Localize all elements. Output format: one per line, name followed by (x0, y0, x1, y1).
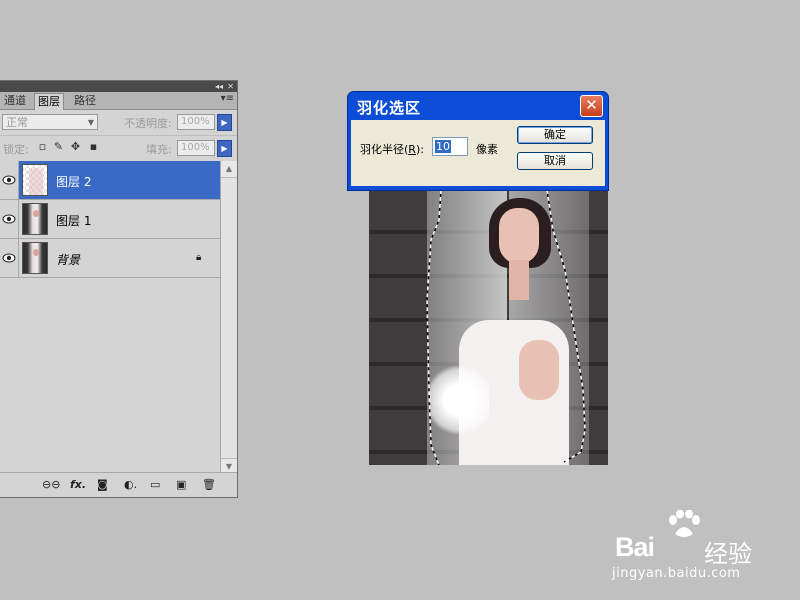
feather-radius-input[interactable]: 10 (432, 137, 468, 156)
panel-menu-icon[interactable]: ▾≡ (221, 93, 234, 104)
fill-label: 填充: (146, 143, 172, 156)
baidu-paw-icon (669, 510, 700, 537)
layer-row-2[interactable]: 图层 2 (0, 161, 220, 200)
watermark-brand-suffix: 经验 (704, 540, 752, 568)
layer-thumbnail (22, 242, 48, 274)
layer-row-background[interactable]: 背景 🔒︎ (0, 239, 220, 278)
tab-paths[interactable]: 路径 (71, 93, 99, 109)
layers-panel: ◂◂ ✕ 通道 图层 路径 ▾≡ 正常 ▼ 不透明度: 100% ▶ 锁定: ▫… (0, 80, 238, 498)
tab-layers[interactable]: 图层 (34, 93, 64, 110)
link-icon[interactable]: ⊖⊖ (42, 478, 60, 492)
collapse-icon[interactable]: ◂◂ (215, 81, 223, 92)
baidu-watermark: Bai 经验 jingyan.baidu.com (612, 510, 772, 581)
lock-brush-icon[interactable]: ✎ (53, 141, 64, 153)
lock-row: 锁定: ▫ ✎ ✥ ▪ 填充: 100% ▶ (0, 136, 237, 162)
canvas-image[interactable] (369, 190, 608, 465)
fill-slider-button[interactable]: ▶ (217, 140, 232, 157)
face-thumbnail-detail (33, 210, 39, 217)
eye-icon (2, 175, 16, 185)
watermark-url: jingyan.baidu.com (612, 566, 741, 581)
blend-row: 正常 ▼ 不透明度: 100% ▶ (0, 110, 237, 136)
new-layer-icon[interactable]: ▣ (176, 478, 186, 492)
dialog-body: 羽化半径(R): 10 像素 确定 取消 (351, 120, 605, 186)
lock-icon: 🔒︎ (196, 252, 202, 263)
adjustment-icon[interactable]: ◐. (124, 478, 137, 492)
opacity-slider-button[interactable]: ▶ (217, 114, 232, 131)
trash-icon[interactable]: 🗑︎ (202, 478, 216, 492)
layer-name: 图层 1 (56, 214, 92, 228)
close-button[interactable]: ✕ (580, 95, 603, 117)
dialog-title: 羽化选区 (357, 99, 422, 117)
panel-bottom-toolbar: ⊖⊖ fx. ◙ ◐. ▭ ▣ 🗑︎ (0, 472, 237, 497)
eye-icon (2, 253, 16, 263)
visibility-toggle[interactable] (0, 239, 19, 277)
visibility-toggle[interactable] (0, 161, 19, 199)
panel-titlebar: ◂◂ ✕ (0, 81, 237, 92)
visibility-toggle[interactable] (0, 200, 19, 238)
ok-button[interactable]: 确定 (517, 126, 593, 144)
mask-icon[interactable]: ◙ (97, 478, 108, 492)
scroll-up-icon[interactable]: ▲ (221, 161, 237, 178)
blend-mode-value: 正常 (6, 116, 28, 129)
fx-icon[interactable]: fx. (70, 478, 86, 492)
layer-thumbnail-content (29, 168, 43, 195)
bride-thumbnail-image (23, 243, 47, 273)
layer-thumbnail (22, 164, 48, 196)
opacity-input[interactable]: 100% (177, 114, 215, 130)
opacity-label: 不透明度: (124, 117, 172, 130)
layer-row-1[interactable]: 图层 1 (0, 200, 220, 239)
panel-tabs: 通道 图层 路径 ▾≡ (0, 92, 237, 110)
chevron-down-icon: ▼ (87, 118, 94, 127)
unit-label: 像素 (476, 143, 498, 156)
layer-scrollbar[interactable]: ▲ ▼ (220, 161, 237, 475)
fill-input[interactable]: 100% (177, 140, 215, 156)
selection-marquee (426, 190, 586, 465)
lock-all-icon[interactable]: ▪ (88, 141, 99, 153)
close-icon: ✕ (585, 96, 598, 114)
cancel-button[interactable]: 取消 (517, 152, 593, 170)
lock-transparent-icon[interactable]: ▫ (37, 141, 48, 153)
lock-label: 锁定: (3, 143, 29, 156)
feather-radius-value: 10 (435, 140, 451, 153)
watermark-brand: Bai (615, 532, 655, 562)
layer-list: 图层 2 图层 1 背景 🔒︎ (0, 161, 220, 475)
feather-radius-label: 羽化半径(R): (360, 143, 424, 156)
group-icon[interactable]: ▭ (150, 478, 160, 492)
feather-dialog: 羽化选区 ✕ 羽化半径(R): 10 像素 确定 取消 (348, 92, 608, 190)
eye-icon (2, 214, 16, 224)
bride-thumbnail-image (23, 204, 47, 234)
layer-thumbnail (22, 203, 48, 235)
layer-name: 背景 (56, 253, 81, 267)
blend-mode-select[interactable]: 正常 ▼ (2, 114, 98, 130)
face-thumbnail-detail (33, 249, 39, 256)
tab-channels[interactable]: 通道 (1, 93, 29, 109)
lock-move-icon[interactable]: ✥ (70, 141, 81, 153)
close-panel-icon[interactable]: ✕ (227, 81, 234, 92)
layer-name: 图层 2 (56, 175, 92, 189)
